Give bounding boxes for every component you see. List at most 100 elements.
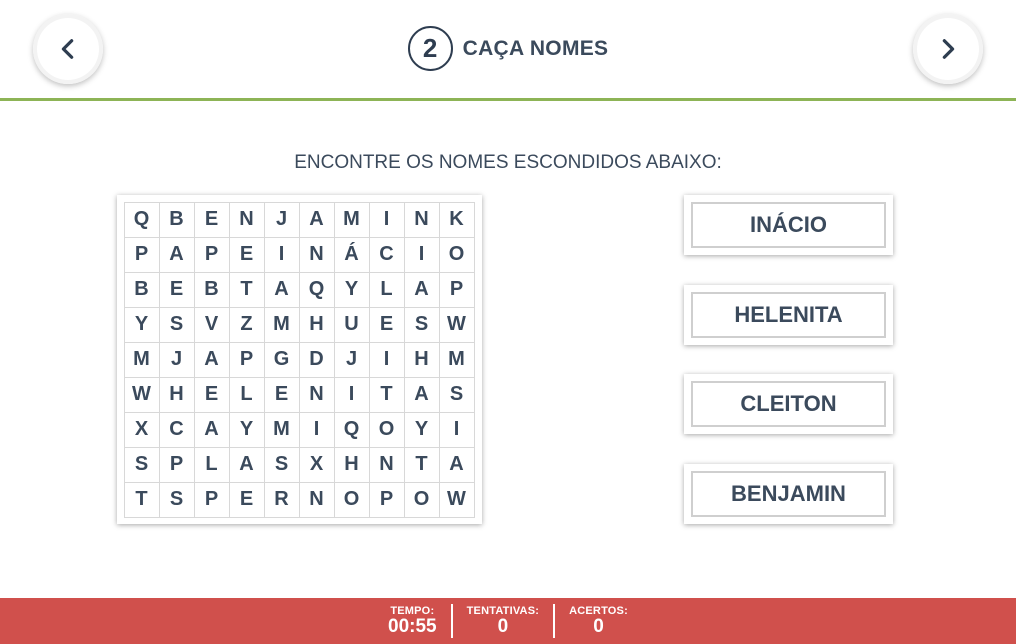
grid-cell[interactable]: M xyxy=(123,341,160,378)
grid-cell[interactable]: R xyxy=(263,481,300,518)
grid-cell[interactable]: A xyxy=(193,411,230,448)
grid-cell[interactable]: N xyxy=(298,376,335,413)
grid-cell[interactable]: O xyxy=(368,411,405,448)
grid-cell[interactable]: S xyxy=(403,306,440,343)
grid-cell[interactable]: E xyxy=(368,306,405,343)
grid-cell[interactable]: P xyxy=(193,236,230,273)
grid-cell[interactable]: S xyxy=(123,446,160,483)
grid-cell[interactable]: O xyxy=(438,236,475,273)
grid-cell[interactable]: N xyxy=(298,481,335,518)
word-card-inacio[interactable]: INÁCIO xyxy=(684,195,893,255)
grid-cell[interactable]: Q xyxy=(333,411,370,448)
grid-cell[interactable]: H xyxy=(158,376,195,413)
grid-cell[interactable]: S xyxy=(263,446,300,483)
letter-grid: QBENJAMINKPAPEINÁCIOBEBTAQYLAPYSVZMHUESW… xyxy=(123,201,475,518)
grid-cell[interactable]: Y xyxy=(333,271,370,308)
status-bar: TEMPO: 00:55 TENTATIVAS: 0 ACERTOS: 0 xyxy=(0,598,1016,644)
grid-cell[interactable]: C xyxy=(368,236,405,273)
grid-cell[interactable]: L xyxy=(228,376,265,413)
grid-cell[interactable]: V xyxy=(193,306,230,343)
grid-cell[interactable]: Q xyxy=(298,271,335,308)
grid-cell[interactable]: T xyxy=(228,271,265,308)
grid-cell[interactable]: E xyxy=(263,376,300,413)
grid-cell[interactable]: I xyxy=(263,236,300,273)
grid-cell[interactable]: P xyxy=(123,236,160,273)
grid-cell[interactable]: A xyxy=(228,446,265,483)
grid-cell[interactable]: N xyxy=(228,201,265,238)
grid-cell[interactable]: A xyxy=(298,201,335,238)
grid-cell[interactable]: W xyxy=(438,481,475,518)
grid-cell[interactable]: P xyxy=(438,271,475,308)
grid-cell[interactable]: O xyxy=(403,481,440,518)
grid-cell[interactable]: Z xyxy=(228,306,265,343)
grid-cell[interactable]: T xyxy=(123,481,160,518)
grid-cell[interactable]: C xyxy=(158,411,195,448)
word-label: INÁCIO xyxy=(691,202,886,248)
grid-cell[interactable]: Q xyxy=(123,201,160,238)
grid-cell[interactable]: P xyxy=(158,446,195,483)
grid-cell[interactable]: A xyxy=(403,376,440,413)
grid-cell[interactable]: S xyxy=(158,306,195,343)
grid-cell[interactable]: M xyxy=(438,341,475,378)
grid-cell[interactable]: M xyxy=(263,411,300,448)
grid-cell[interactable]: E xyxy=(193,376,230,413)
grid-cell[interactable]: L xyxy=(193,446,230,483)
grid-cell[interactable]: I xyxy=(298,411,335,448)
grid-cell[interactable]: A xyxy=(193,341,230,378)
grid-cell[interactable]: N xyxy=(403,201,440,238)
grid-cell[interactable]: B xyxy=(193,271,230,308)
grid-cell[interactable]: B xyxy=(158,201,195,238)
grid-cell[interactable]: H xyxy=(403,341,440,378)
grid-cell[interactable]: P xyxy=(368,481,405,518)
grid-cell[interactable]: Y xyxy=(228,411,265,448)
grid-cell[interactable]: H xyxy=(333,446,370,483)
grid-cell[interactable]: P xyxy=(228,341,265,378)
word-card-cleiton[interactable]: CLEITON xyxy=(684,374,893,434)
grid-cell[interactable]: G xyxy=(263,341,300,378)
grid-cell[interactable]: N xyxy=(298,236,335,273)
grid-cell[interactable]: J xyxy=(263,201,300,238)
grid-cell[interactable]: I xyxy=(368,201,405,238)
grid-cell[interactable]: I xyxy=(438,411,475,448)
grid-cell[interactable]: I xyxy=(368,341,405,378)
grid-cell[interactable]: O xyxy=(333,481,370,518)
grid-cell[interactable]: Y xyxy=(403,411,440,448)
grid-cell[interactable]: Á xyxy=(333,236,370,273)
grid-cell[interactable]: J xyxy=(158,341,195,378)
word-card-benjamin[interactable]: BENJAMIN xyxy=(684,464,893,524)
grid-cell[interactable]: D xyxy=(298,341,335,378)
grid-cell[interactable]: T xyxy=(403,446,440,483)
grid-cell[interactable]: A xyxy=(158,236,195,273)
grid-cell[interactable]: N xyxy=(368,446,405,483)
grid-cell[interactable]: X xyxy=(298,446,335,483)
grid-cell[interactable]: W xyxy=(123,376,160,413)
grid-cell[interactable]: H xyxy=(298,306,335,343)
grid-cell[interactable]: J xyxy=(333,341,370,378)
grid-cell[interactable]: U xyxy=(333,306,370,343)
grid-cell[interactable]: I xyxy=(403,236,440,273)
next-button[interactable] xyxy=(913,14,983,84)
instruction-text: ENCONTRE OS NOMES ESCONDIDOS ABAIXO: xyxy=(294,152,722,173)
grid-cell[interactable]: A xyxy=(403,271,440,308)
word-card-helenita[interactable]: HELENITA xyxy=(684,285,893,345)
grid-cell[interactable]: E xyxy=(193,201,230,238)
grid-cell[interactable]: A xyxy=(438,446,475,483)
grid-cell[interactable]: S xyxy=(158,481,195,518)
grid-cell[interactable]: B xyxy=(123,271,160,308)
grid-cell[interactable]: T xyxy=(368,376,405,413)
grid-cell[interactable]: X xyxy=(123,411,160,448)
grid-cell[interactable]: A xyxy=(263,271,300,308)
grid-cell[interactable]: E xyxy=(228,481,265,518)
grid-cell[interactable]: W xyxy=(438,306,475,343)
grid-cell[interactable]: E xyxy=(158,271,195,308)
time-value: 00:55 xyxy=(388,616,437,637)
grid-cell[interactable]: M xyxy=(333,201,370,238)
grid-cell[interactable]: E xyxy=(228,236,265,273)
grid-cell[interactable]: S xyxy=(438,376,475,413)
grid-cell[interactable]: P xyxy=(193,481,230,518)
grid-cell[interactable]: K xyxy=(438,201,475,238)
grid-cell[interactable]: L xyxy=(368,271,405,308)
grid-cell[interactable]: M xyxy=(263,306,300,343)
grid-cell[interactable]: Y xyxy=(123,306,160,343)
grid-cell[interactable]: I xyxy=(333,376,370,413)
